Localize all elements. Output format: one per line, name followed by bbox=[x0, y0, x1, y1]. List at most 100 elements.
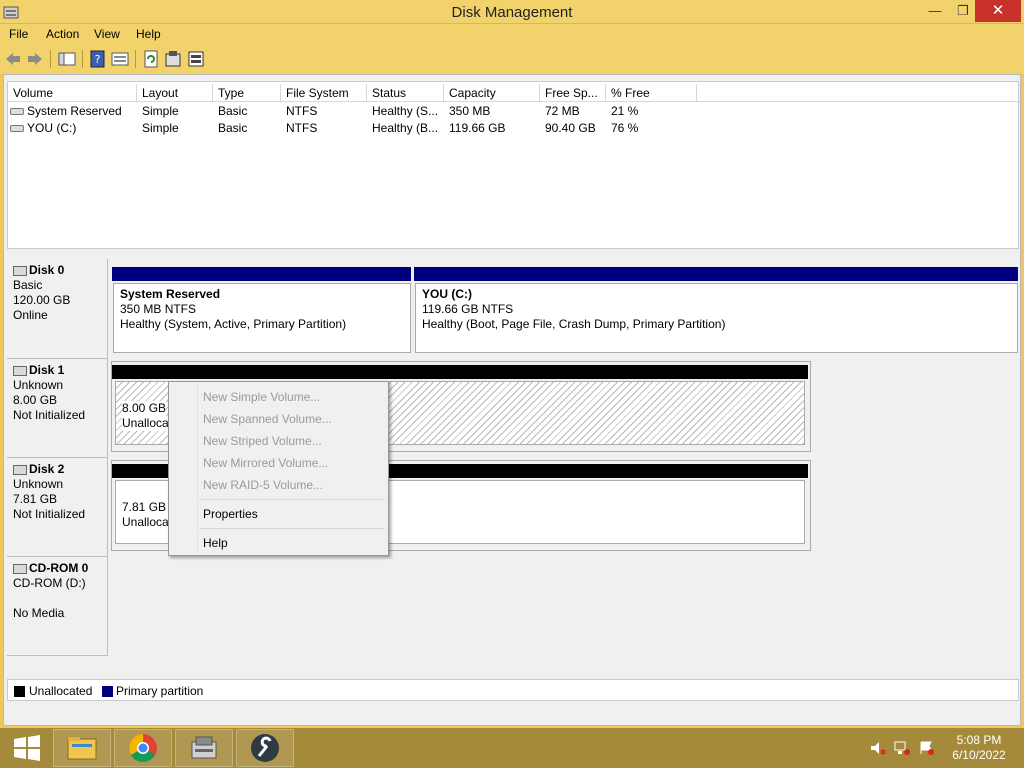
clock-time: 5:08 PM bbox=[956, 733, 1002, 747]
cdrom-state: No Media bbox=[13, 606, 65, 620]
layout-cell: Simple bbox=[142, 104, 179, 118]
svg-text:?: ? bbox=[95, 53, 101, 66]
menu-action[interactable]: Action bbox=[46, 27, 79, 41]
close-button[interactable]: ✕ bbox=[975, 0, 1021, 22]
disk-0-title: Disk 0 bbox=[13, 263, 107, 278]
menu-properties[interactable]: Properties bbox=[203, 507, 258, 521]
network-icon[interactable] bbox=[894, 741, 910, 755]
disk-name: Disk 1 bbox=[29, 363, 65, 377]
settings-tool-button[interactable] bbox=[236, 729, 294, 767]
volume-name: YOU (C:) bbox=[27, 121, 77, 135]
column-status[interactable]: Status bbox=[367, 84, 444, 102]
partition-c-drive[interactable]: YOU (C:) 119.66 GB NTFS Healthy (Boot, P… bbox=[415, 283, 1018, 353]
menu-new-raid5-volume[interactable]: New RAID-5 Volume... bbox=[203, 478, 323, 492]
start-windows-icon[interactable] bbox=[4, 730, 50, 766]
disk-1-label[interactable]: Disk 1 Unknown 8.00 GB Not Initialized bbox=[7, 359, 108, 458]
drive-icon bbox=[10, 108, 24, 116]
toolbar: ? bbox=[0, 44, 1024, 74]
speaker-muted-icon[interactable] bbox=[870, 741, 886, 755]
status-cell: Healthy (S... bbox=[372, 104, 439, 118]
main-frame: Volume Layout Type File System Status Ca… bbox=[3, 74, 1021, 726]
menu-new-simple-volume[interactable]: New Simple Volume... bbox=[203, 390, 320, 404]
settings-icon[interactable] bbox=[187, 50, 205, 68]
menu-help-item[interactable]: Help bbox=[203, 536, 228, 550]
disk-type: Basic bbox=[13, 278, 43, 292]
back-icon[interactable] bbox=[4, 50, 22, 68]
capacity-cell: 119.66 GB bbox=[449, 121, 506, 135]
console-tree-icon[interactable] bbox=[58, 50, 76, 68]
file-explorer-button[interactable] bbox=[53, 729, 111, 767]
cdrom-icon bbox=[13, 563, 27, 574]
menu-help[interactable]: Help bbox=[136, 27, 161, 41]
toolbar-separator bbox=[50, 50, 51, 68]
disk-2-title: Disk 2 bbox=[13, 462, 107, 477]
minimize-button[interactable]: — bbox=[920, 0, 950, 22]
file-system-cell: NTFS bbox=[286, 121, 318, 135]
partition-bar-unallocated bbox=[112, 365, 808, 379]
menu-separator bbox=[199, 528, 385, 529]
disk-name: CD-ROM 0 bbox=[29, 561, 89, 575]
system-clock[interactable]: 5:08 PM 6/10/2022 bbox=[942, 733, 1016, 763]
hard-disk-icon bbox=[13, 265, 27, 276]
disk-size: 8.00 GB bbox=[13, 393, 58, 407]
partition-size: 119.66 GB NTFS bbox=[422, 302, 514, 316]
volume-list: Volume Layout Type File System Status Ca… bbox=[7, 81, 1020, 249]
partition-system-reserved[interactable]: System Reserved 350 MB NTFS Healthy (Sys… bbox=[113, 283, 411, 353]
legend-swatch-primary bbox=[102, 686, 113, 697]
column-layout[interactable]: Layout bbox=[137, 84, 213, 102]
disk-tool-button[interactable] bbox=[175, 729, 233, 767]
cdrom-0-label[interactable]: CD-ROM 0 CD-ROM (D:) No Media bbox=[7, 557, 108, 656]
volume-name-cell: System Reserved bbox=[10, 103, 135, 120]
chrome-icon bbox=[129, 734, 157, 762]
settings-tool-icon bbox=[251, 734, 279, 762]
volume-list-header: Volume Layout Type File System Status Ca… bbox=[8, 84, 1020, 102]
taskbar: 5:08 PM 6/10/2022 bbox=[0, 728, 1024, 768]
percent-free-cell: 76 % bbox=[611, 121, 639, 135]
unallocated-size: 8.00 GB bbox=[122, 401, 167, 416]
volume-name-cell: YOU (C:) bbox=[10, 120, 135, 137]
menu-view[interactable]: View bbox=[94, 27, 120, 41]
cdrom-spacer bbox=[13, 591, 107, 606]
refresh-icon[interactable] bbox=[142, 50, 160, 68]
cdrom-title: CD-ROM 0 bbox=[13, 561, 107, 576]
column-percent-free[interactable]: % Free bbox=[606, 84, 697, 102]
menu-new-spanned-volume[interactable]: New Spanned Volume... bbox=[203, 412, 332, 426]
column-file-system[interactable]: File System bbox=[281, 84, 367, 102]
partition-size: 350 MB NTFS bbox=[120, 302, 197, 316]
menu-new-mirrored-volume[interactable]: New Mirrored Volume... bbox=[203, 456, 328, 470]
properties-icon[interactable] bbox=[111, 50, 129, 68]
disk-2-label[interactable]: Disk 2 Unknown 7.81 GB Not Initialized bbox=[7, 458, 108, 557]
menu-new-striped-volume[interactable]: New Striped Volume... bbox=[203, 434, 322, 448]
chrome-button[interactable] bbox=[114, 729, 172, 767]
column-capacity[interactable]: Capacity bbox=[444, 84, 540, 102]
column-free-space[interactable]: Free Sp... bbox=[540, 84, 606, 102]
disk-state: Online bbox=[13, 308, 48, 322]
volume-row[interactable]: System Reserved Simple Basic NTFS Health… bbox=[8, 103, 1020, 120]
column-type[interactable]: Type bbox=[213, 84, 281, 102]
legend-bar: Unallocated Primary partition bbox=[7, 679, 1019, 701]
menu-file[interactable]: File bbox=[9, 27, 28, 41]
action-center-icon[interactable] bbox=[919, 741, 935, 755]
disk-1-title: Disk 1 bbox=[13, 363, 107, 378]
menu-separator bbox=[199, 499, 385, 500]
clock-date: 6/10/2022 bbox=[952, 748, 1006, 762]
volume-row[interactable]: YOU (C:) Simple Basic NTFS Healthy (B...… bbox=[8, 120, 1020, 137]
partition-status: Healthy (Boot, Page File, Crash Dump, Pr… bbox=[422, 317, 726, 331]
partition-name: System Reserved bbox=[120, 287, 221, 301]
column-volume[interactable]: Volume bbox=[8, 84, 137, 102]
layout-cell: Simple bbox=[142, 121, 179, 135]
disk-panel: Disk 0 Basic 120.00 GB Online System Res… bbox=[7, 255, 1019, 675]
toolbar-separator bbox=[82, 50, 83, 68]
disk-size: 120.00 GB bbox=[13, 293, 71, 307]
cdrom-drive: CD-ROM (D:) bbox=[13, 576, 86, 590]
forward-icon[interactable] bbox=[26, 50, 44, 68]
volume-name: System Reserved bbox=[27, 104, 122, 118]
restore-button[interactable]: ❐ bbox=[950, 0, 976, 22]
rescan-icon[interactable] bbox=[164, 50, 182, 68]
toolbar-separator bbox=[135, 50, 136, 68]
partition-bar-primary bbox=[414, 267, 1018, 281]
disk-0-label[interactable]: Disk 0 Basic 120.00 GB Online bbox=[7, 259, 108, 359]
free-space-cell: 90.40 GB bbox=[545, 121, 596, 135]
hard-disk-icon bbox=[13, 464, 27, 475]
help-icon[interactable]: ? bbox=[89, 50, 107, 68]
